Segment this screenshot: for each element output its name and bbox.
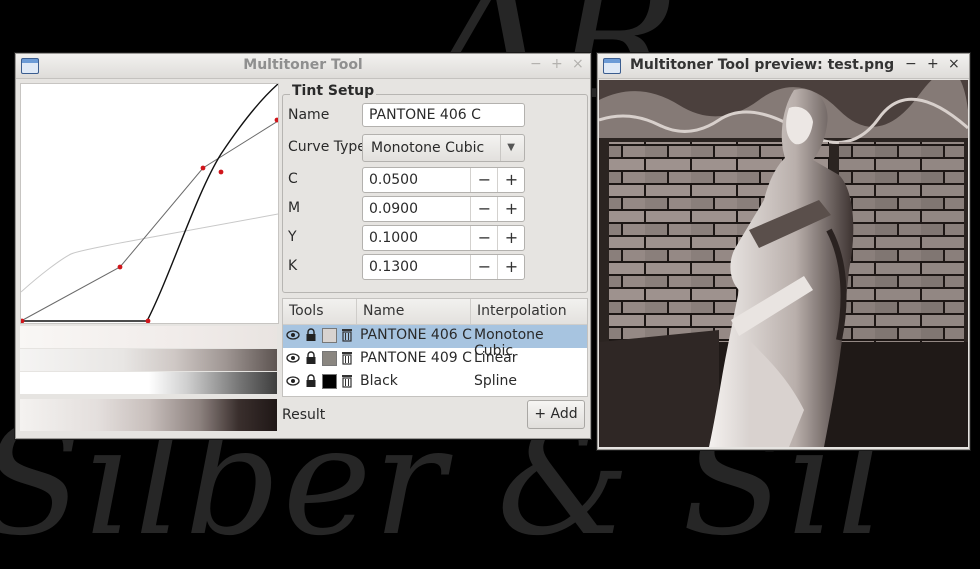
curve-canvas[interactable] xyxy=(19,83,280,324)
lock-icon[interactable] xyxy=(304,351,318,367)
row-interpolation: Spline xyxy=(474,373,518,389)
color-swatch[interactable] xyxy=(322,374,337,389)
color-swatch[interactable] xyxy=(322,328,337,343)
gradient-pantone-409 xyxy=(20,349,277,371)
window-title: Multitoner Tool xyxy=(243,57,363,73)
c-increment-button[interactable]: + xyxy=(497,168,525,192)
m-value[interactable]: 0.0900 xyxy=(369,201,418,217)
preview-image[interactable] xyxy=(599,80,968,447)
k-increment-button[interactable]: + xyxy=(497,255,525,279)
add-button[interactable]: + Add xyxy=(527,400,585,429)
y-decrement-button[interactable]: − xyxy=(470,226,498,250)
multitoner-tool-window: Multitoner Tool − + × Tint Setup Name PA… xyxy=(15,53,591,439)
curve-point[interactable] xyxy=(218,169,224,175)
table-header: Tools Name Interpolation xyxy=(283,299,587,325)
k-spinbox[interactable]: 0.1300 − + xyxy=(362,254,525,280)
curve-black xyxy=(21,83,279,322)
maximize-button[interactable]: + xyxy=(551,56,563,72)
header-separator xyxy=(356,299,357,324)
header-interpolation[interactable]: Interpolation xyxy=(477,303,567,319)
result-label: Result xyxy=(282,407,326,423)
curve-point[interactable] xyxy=(117,264,123,270)
curve-type-label: Curve Type xyxy=(288,139,366,155)
title-bar[interactable]: Multitoner Tool − + × xyxy=(16,54,590,79)
statue-photo xyxy=(599,80,968,447)
preview-window: Multitoner Tool preview: test.png − + × xyxy=(597,53,970,450)
k-decrement-button[interactable]: − xyxy=(470,255,498,279)
eye-icon[interactable] xyxy=(286,351,300,367)
y-increment-button[interactable]: + xyxy=(497,226,525,250)
trash-icon[interactable] xyxy=(340,351,354,367)
title-bar[interactable]: Multitoner Tool preview: test.png − + × xyxy=(598,54,969,79)
trash-icon[interactable] xyxy=(340,328,354,344)
y-value[interactable]: 0.1000 xyxy=(369,230,418,246)
row-name: PANTONE 406 C xyxy=(360,327,472,343)
window-title: Multitoner Tool preview: test.png xyxy=(630,57,895,73)
tint-setup-title: Tint Setup xyxy=(290,83,377,99)
lock-icon[interactable] xyxy=(304,328,318,344)
lock-icon[interactable] xyxy=(304,374,318,390)
y-label: Y xyxy=(288,229,297,245)
table-row[interactable]: Black Spline xyxy=(283,371,587,394)
header-name[interactable]: Name xyxy=(363,303,404,319)
m-spinbox[interactable]: 0.0900 − + xyxy=(362,196,525,222)
result-gradient xyxy=(20,399,277,431)
minimize-button[interactable]: − xyxy=(905,56,917,72)
name-input[interactable]: PANTONE 406 C xyxy=(362,103,525,127)
eye-icon[interactable] xyxy=(286,328,300,344)
close-button[interactable]: × xyxy=(948,56,960,72)
eye-icon[interactable] xyxy=(286,374,300,390)
combo-separator xyxy=(500,135,501,161)
curve-point[interactable] xyxy=(145,318,151,324)
curve-editor[interactable] xyxy=(19,83,280,324)
curve-pantone-409 xyxy=(20,213,279,293)
c-value[interactable]: 0.0500 xyxy=(369,172,418,188)
gradient-pantone-406 xyxy=(20,326,277,348)
c-label: C xyxy=(288,171,298,187)
k-label: K xyxy=(288,258,298,274)
c-spinbox[interactable]: 0.0500 − + xyxy=(362,167,525,193)
curve-point[interactable] xyxy=(200,165,206,171)
color-swatch[interactable] xyxy=(322,351,337,366)
minimize-button[interactable]: − xyxy=(530,56,542,72)
curve-point[interactable] xyxy=(274,117,280,123)
close-button[interactable]: × xyxy=(572,56,584,72)
table-row[interactable]: PANTONE 409 C Linear xyxy=(283,348,587,371)
curve-type-select[interactable]: Monotone Cubic ▼ xyxy=(362,134,525,162)
table-row[interactable]: PANTONE 406 C Monotone Cubic xyxy=(283,325,587,359)
name-label: Name xyxy=(288,107,330,123)
gradient-black xyxy=(20,372,277,394)
tints-table[interactable]: Tools Name Interpolation PANTONE 406 C M… xyxy=(282,298,588,397)
maximize-button[interactable]: + xyxy=(927,56,939,72)
y-spinbox[interactable]: 0.1000 − + xyxy=(362,225,525,251)
window-app-icon[interactable] xyxy=(603,58,621,74)
m-increment-button[interactable]: + xyxy=(497,197,525,221)
trash-icon[interactable] xyxy=(340,374,354,390)
row-interpolation: Linear xyxy=(474,350,518,366)
header-separator xyxy=(470,299,471,324)
k-value[interactable]: 0.1300 xyxy=(369,259,418,275)
row-name: PANTONE 409 C xyxy=(360,350,472,366)
c-decrement-button[interactable]: − xyxy=(470,168,498,192)
header-tools[interactable]: Tools xyxy=(289,303,324,319)
row-name: Black xyxy=(360,373,398,389)
chevron-down-icon[interactable]: ▼ xyxy=(507,142,515,153)
m-label: M xyxy=(288,200,301,216)
curve-type-value: Monotone Cubic xyxy=(371,140,485,156)
m-decrement-button[interactable]: − xyxy=(470,197,498,221)
